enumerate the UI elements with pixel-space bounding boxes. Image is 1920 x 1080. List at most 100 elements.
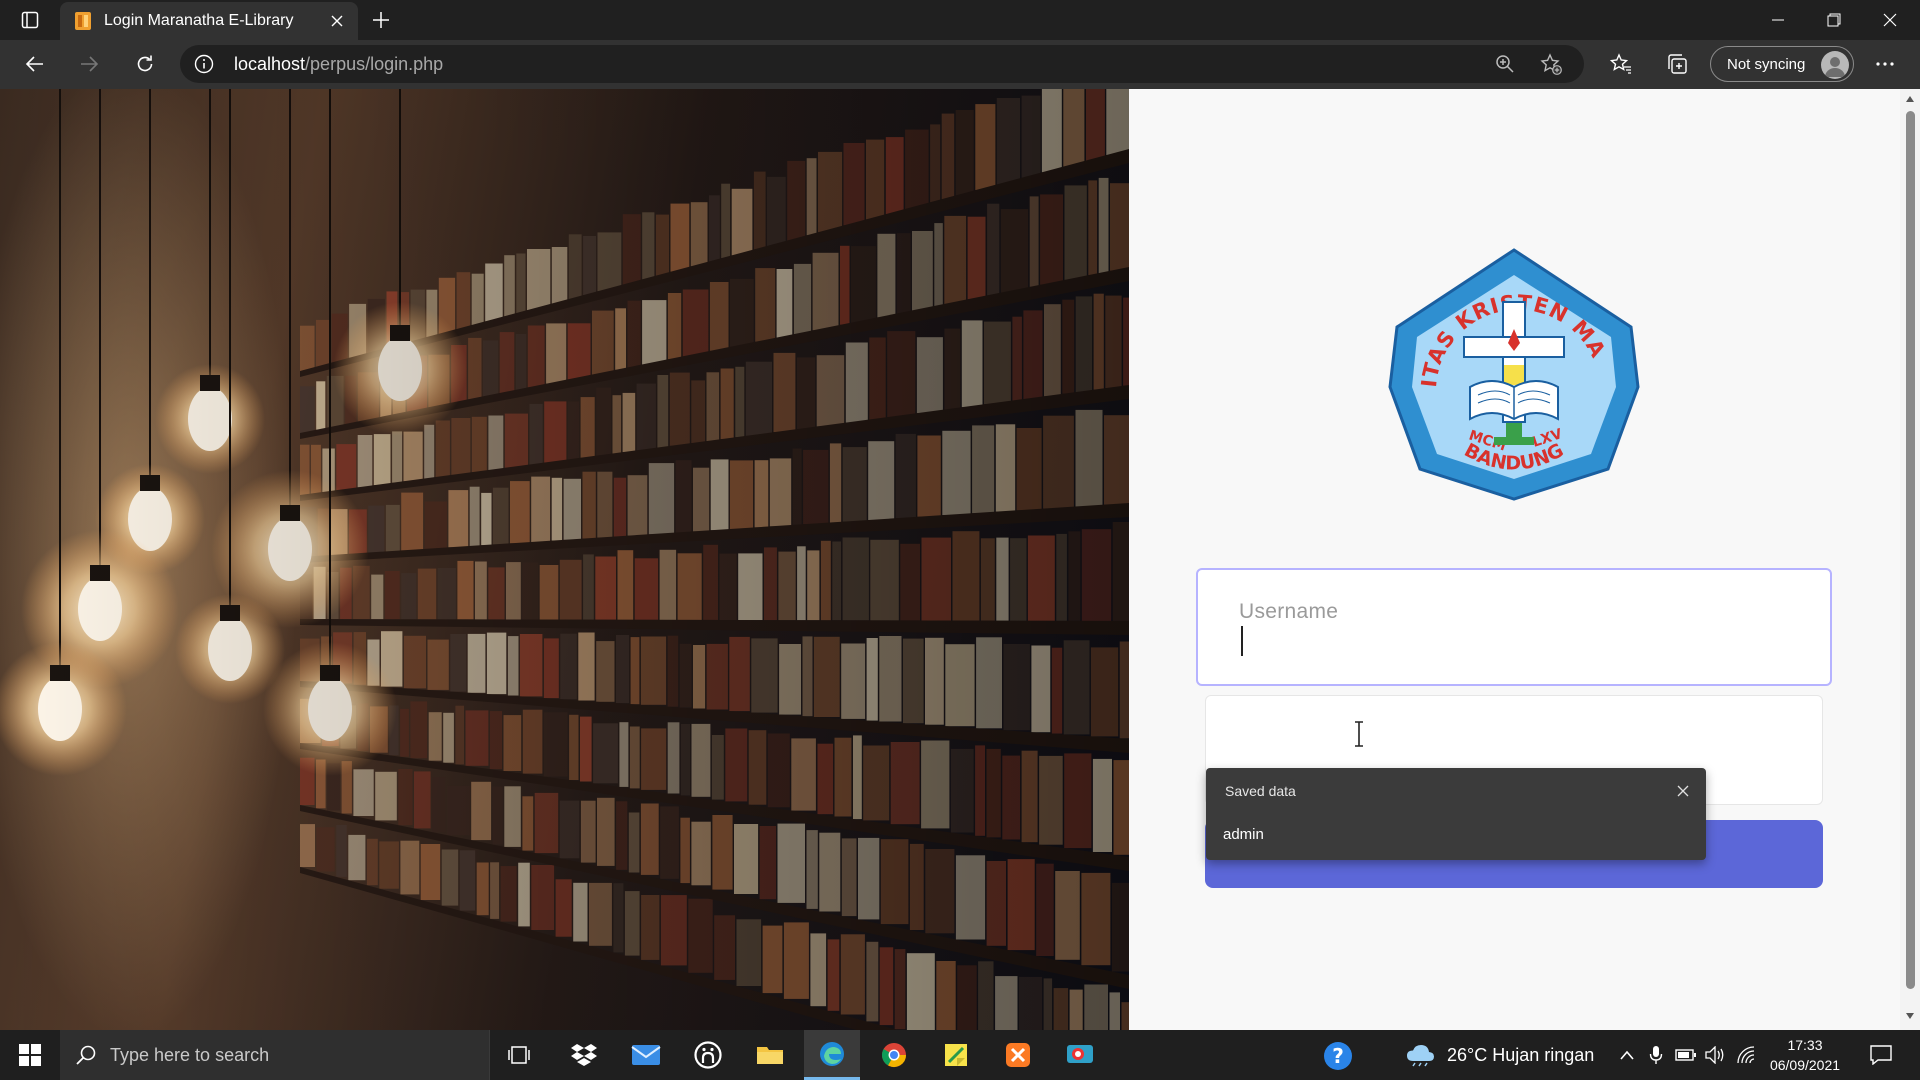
web-page — [0, 89, 1920, 1030]
notification-icon — [1870, 1045, 1892, 1065]
speaker-icon — [1705, 1046, 1724, 1064]
help-icon[interactable]: ? — [1322, 1040, 1354, 1072]
tab-actions-icon — [21, 11, 39, 29]
autofill-dropdown: Saved data admin — [1206, 768, 1706, 860]
search-icon — [76, 1045, 96, 1065]
close-icon — [1883, 13, 1897, 27]
add-favorite-button[interactable] — [1536, 49, 1566, 79]
autofill-header: Saved data — [1225, 783, 1296, 799]
taskbar-clock[interactable]: 17:33 06/09/2021 — [1755, 1035, 1855, 1075]
forward-button[interactable] — [70, 46, 108, 82]
back-button[interactable] — [16, 46, 54, 82]
microphone-tray-button[interactable] — [1645, 1043, 1667, 1067]
search-placeholder: Type here to search — [110, 1045, 270, 1065]
xampp-icon — [1006, 1043, 1030, 1067]
text-caret — [1241, 626, 1243, 656]
scroll-down-button[interactable] — [1904, 1010, 1916, 1022]
xampp-app[interactable] — [990, 1030, 1046, 1080]
dropbox-app[interactable] — [556, 1030, 612, 1080]
page-scrollbar[interactable] — [1900, 89, 1920, 1030]
url-path: /perpus/login.php — [305, 54, 444, 74]
task-view-icon — [508, 1046, 530, 1064]
star-add-icon — [1540, 53, 1562, 75]
caret-down-icon — [1906, 1013, 1914, 1019]
address-bar[interactable]: localhost/perpus/login.php — [180, 45, 1584, 83]
new-tab-button[interactable] — [366, 6, 396, 34]
edge-app[interactable] — [804, 1030, 860, 1080]
profile-sync-button[interactable]: Not syncing — [1710, 46, 1854, 82]
login-panel — [1129, 89, 1900, 1030]
collections-icon — [1668, 54, 1687, 74]
screen: Login Maranatha E-Library localhost/perp… — [0, 0, 1920, 1080]
scrollbar-thumb[interactable] — [1906, 111, 1915, 989]
taskbar-search-box[interactable]: Type here to search — [60, 1030, 490, 1080]
window-close-button[interactable] — [1862, 0, 1918, 40]
start-button[interactable] — [0, 1030, 60, 1080]
tab-title: Login Maranatha E-Library — [104, 12, 294, 29]
weather-status[interactable]: 26°C Hujan ringan — [1447, 1045, 1594, 1066]
refresh-button[interactable] — [126, 46, 164, 82]
chrome-app[interactable] — [866, 1030, 922, 1080]
autofill-suggestion-label: admin — [1223, 826, 1264, 843]
github-app[interactable] — [680, 1030, 736, 1080]
collections-button[interactable] — [1658, 46, 1696, 82]
show-hidden-icons-button[interactable] — [1616, 1043, 1638, 1067]
chevron-up-icon — [1620, 1050, 1634, 1060]
sticky-notes-app[interactable] — [928, 1030, 984, 1080]
plus-icon — [373, 12, 389, 28]
chrome-icon — [881, 1043, 906, 1068]
screen-recorder-app[interactable] — [1052, 1030, 1108, 1080]
university-logo-seal: UNIVERSITAS KRISTEN MARANATHA BANDUNG MC… — [1386, 247, 1640, 501]
library-bookshelf-image — [0, 89, 1129, 1030]
username-placeholder: Username — [1239, 600, 1339, 623]
username-input[interactable] — [1196, 568, 1832, 686]
favorites-button[interactable] — [1602, 46, 1640, 82]
tab-strip: Login Maranatha E-Library — [0, 0, 1920, 40]
minimize-icon — [1772, 19, 1784, 21]
browser-toolbar: localhost/perpus/login.php Not syncing — [0, 40, 1920, 89]
file-explorer-app[interactable] — [742, 1030, 798, 1080]
zoom-button[interactable] — [1490, 49, 1520, 79]
windows-logo-icon — [19, 1044, 41, 1066]
tab-actions-button[interactable] — [12, 6, 48, 34]
window-minimize-button[interactable] — [1750, 0, 1806, 40]
site-info-button[interactable] — [192, 52, 216, 76]
folder-icon — [757, 1047, 783, 1064]
svg-text:?: ? — [1332, 1044, 1344, 1068]
wifi-icon — [1737, 1046, 1755, 1064]
task-view-button[interactable] — [492, 1030, 548, 1080]
url-host: localhost — [234, 54, 306, 74]
microphone-icon — [1649, 1046, 1663, 1064]
notifications-button[interactable] — [1866, 1041, 1896, 1069]
settings-more-button[interactable] — [1866, 46, 1904, 82]
zoom-in-icon — [1496, 55, 1514, 73]
tab-login[interactable]: Login Maranatha E-Library — [60, 2, 358, 40]
window-restore-button[interactable] — [1806, 0, 1862, 40]
github-icon — [694, 1041, 722, 1069]
tab-close-button[interactable] — [326, 10, 348, 32]
info-icon — [194, 54, 214, 74]
text-cursor-icon — [1355, 721, 1363, 747]
battery-icon — [1675, 1049, 1696, 1061]
favorites-icon — [1610, 53, 1631, 74]
arrow-right-icon — [81, 56, 99, 72]
battery-tray-button[interactable] — [1675, 1043, 1697, 1067]
scroll-up-button[interactable] — [1904, 93, 1916, 105]
volume-tray-button[interactable] — [1704, 1043, 1726, 1067]
sticky-note-icon — [945, 1044, 967, 1066]
close-icon — [331, 15, 343, 27]
mail-app[interactable] — [618, 1030, 674, 1080]
dropbox-icon — [571, 1044, 597, 1066]
record-icon — [1067, 1045, 1093, 1063]
autofill-suggestion[interactable]: admin — [1206, 814, 1706, 854]
windows-taskbar: Type here to search ? 26°C Hujan ringan … — [0, 1030, 1920, 1080]
user-avatar-icon — [1825, 57, 1845, 77]
bookshelf-illustration — [0, 89, 1129, 1030]
more-horizontal-icon — [1876, 62, 1894, 66]
autofill-close-button[interactable] — [1672, 780, 1694, 802]
cloud-rain-icon[interactable] — [1405, 1043, 1435, 1067]
arrow-left-icon — [25, 56, 43, 72]
url-text[interactable]: localhost/perpus/login.php — [234, 54, 443, 75]
restore-icon — [1827, 13, 1841, 27]
caret-up-icon — [1906, 96, 1914, 102]
